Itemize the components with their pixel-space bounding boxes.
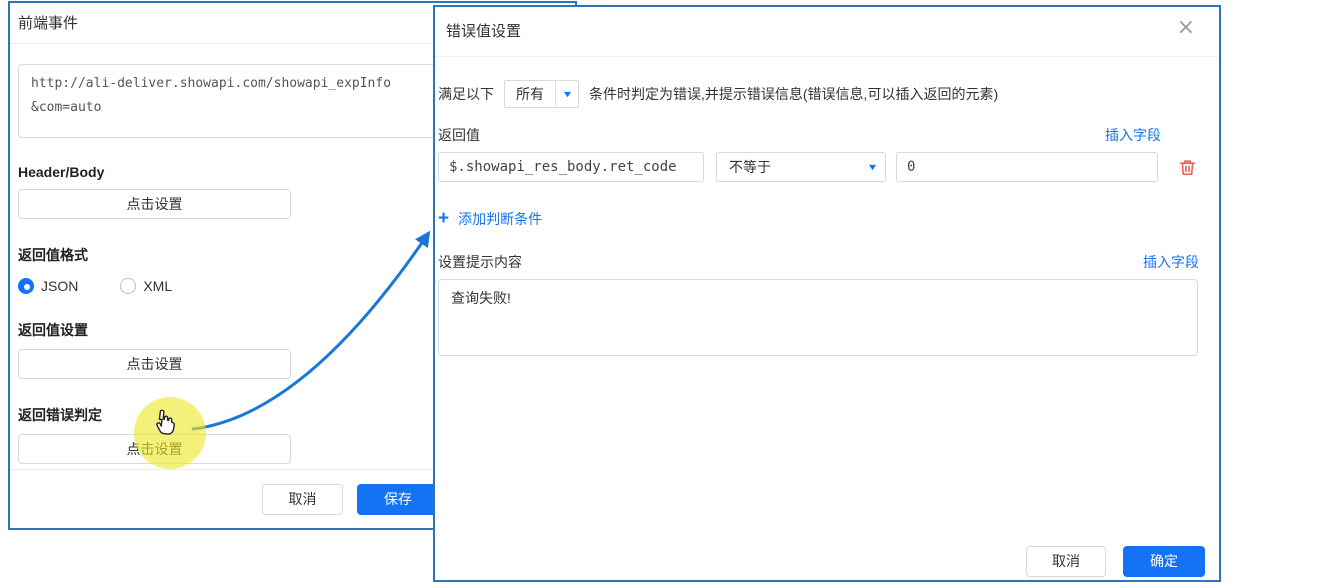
- condition-row: 满足以下 所有 ▼ 条件时判定为错误,并提示错误信息(错误信息,可以插入返回的元…: [438, 80, 1199, 108]
- radio-xml-label[interactable]: XML: [143, 278, 172, 294]
- radio-json-icon[interactable]: [18, 278, 34, 294]
- save-button[interactable]: 保存: [357, 484, 439, 515]
- operator-caret-cell: ▼: [859, 153, 885, 181]
- cancel-button[interactable]: 取消: [262, 484, 343, 515]
- radio-json-label[interactable]: JSON: [41, 278, 78, 294]
- insert-field-link[interactable]: 插入字段: [1143, 252, 1199, 272]
- chevron-down-icon: ▼: [866, 162, 878, 172]
- expression-input[interactable]: [438, 152, 704, 182]
- dialog-title: 错误值设置: [446, 23, 521, 40]
- operator-value: 不等于: [717, 157, 859, 177]
- page: 前端事件 http://ali-deliver.showapi.com/show…: [0, 0, 1320, 585]
- error-value-dialog-footer: 取消 确定: [1026, 546, 1205, 577]
- radio-xml-icon[interactable]: [120, 278, 136, 294]
- error-value-dialog: 错误值设置 × 满足以下 所有 ▼ 条件时判定为错误,并提示错误信息(错误信息,…: [433, 5, 1221, 582]
- compare-value-input[interactable]: [896, 152, 1158, 182]
- close-icon[interactable]: ×: [1177, 17, 1195, 39]
- trash-icon[interactable]: [1178, 158, 1197, 177]
- return-value-header-row: 返回值 插入字段: [438, 125, 1199, 145]
- return-value-label: 返回值: [438, 125, 480, 145]
- confirm-button[interactable]: 确定: [1123, 546, 1205, 577]
- condition-suffix-label: 条件时判定为错误,并提示错误信息(错误信息,可以插入返回的元素): [589, 84, 998, 104]
- prompt-header-row: 设置提示内容 插入字段: [438, 252, 1199, 272]
- return-value-set-button[interactable]: 点击设置: [18, 349, 291, 379]
- dialog-title: 前端事件: [18, 15, 78, 32]
- condition-mode-value: 所有: [505, 84, 555, 104]
- condition-mode-select[interactable]: 所有 ▼: [504, 80, 579, 108]
- condition-prefix-label: 满足以下: [438, 84, 494, 104]
- add-condition-label: 添加判断条件: [458, 209, 542, 229]
- prompt-content-textarea[interactable]: 查询失败!: [438, 279, 1198, 356]
- operator-select[interactable]: 不等于 ▼: [716, 152, 886, 182]
- chevron-down-icon: ▼: [561, 89, 573, 99]
- insert-field-link[interactable]: 插入字段: [1105, 125, 1161, 145]
- error-judge-set-button[interactable]: 点击设置: [18, 434, 291, 464]
- header-body-set-button[interactable]: 点击设置: [18, 189, 291, 219]
- rule-inputs-row: 不等于 ▼: [438, 152, 1199, 182]
- plus-icon: +: [438, 211, 449, 227]
- error-value-dialog-body: 满足以下 所有 ▼ 条件时判定为错误,并提示错误信息(错误信息,可以插入返回的元…: [435, 57, 1219, 359]
- request-url-line2: &com=auto: [31, 100, 101, 115]
- request-url-line1: http://ali-deliver.showapi.com/showapi_e…: [31, 76, 391, 91]
- add-condition-link[interactable]: + 添加判断条件: [438, 209, 1199, 229]
- error-value-dialog-header: 错误值设置 ×: [435, 7, 1219, 57]
- condition-mode-caret-cell: ▼: [555, 81, 578, 107]
- prompt-label: 设置提示内容: [438, 252, 522, 272]
- cancel-button[interactable]: 取消: [1026, 546, 1106, 577]
